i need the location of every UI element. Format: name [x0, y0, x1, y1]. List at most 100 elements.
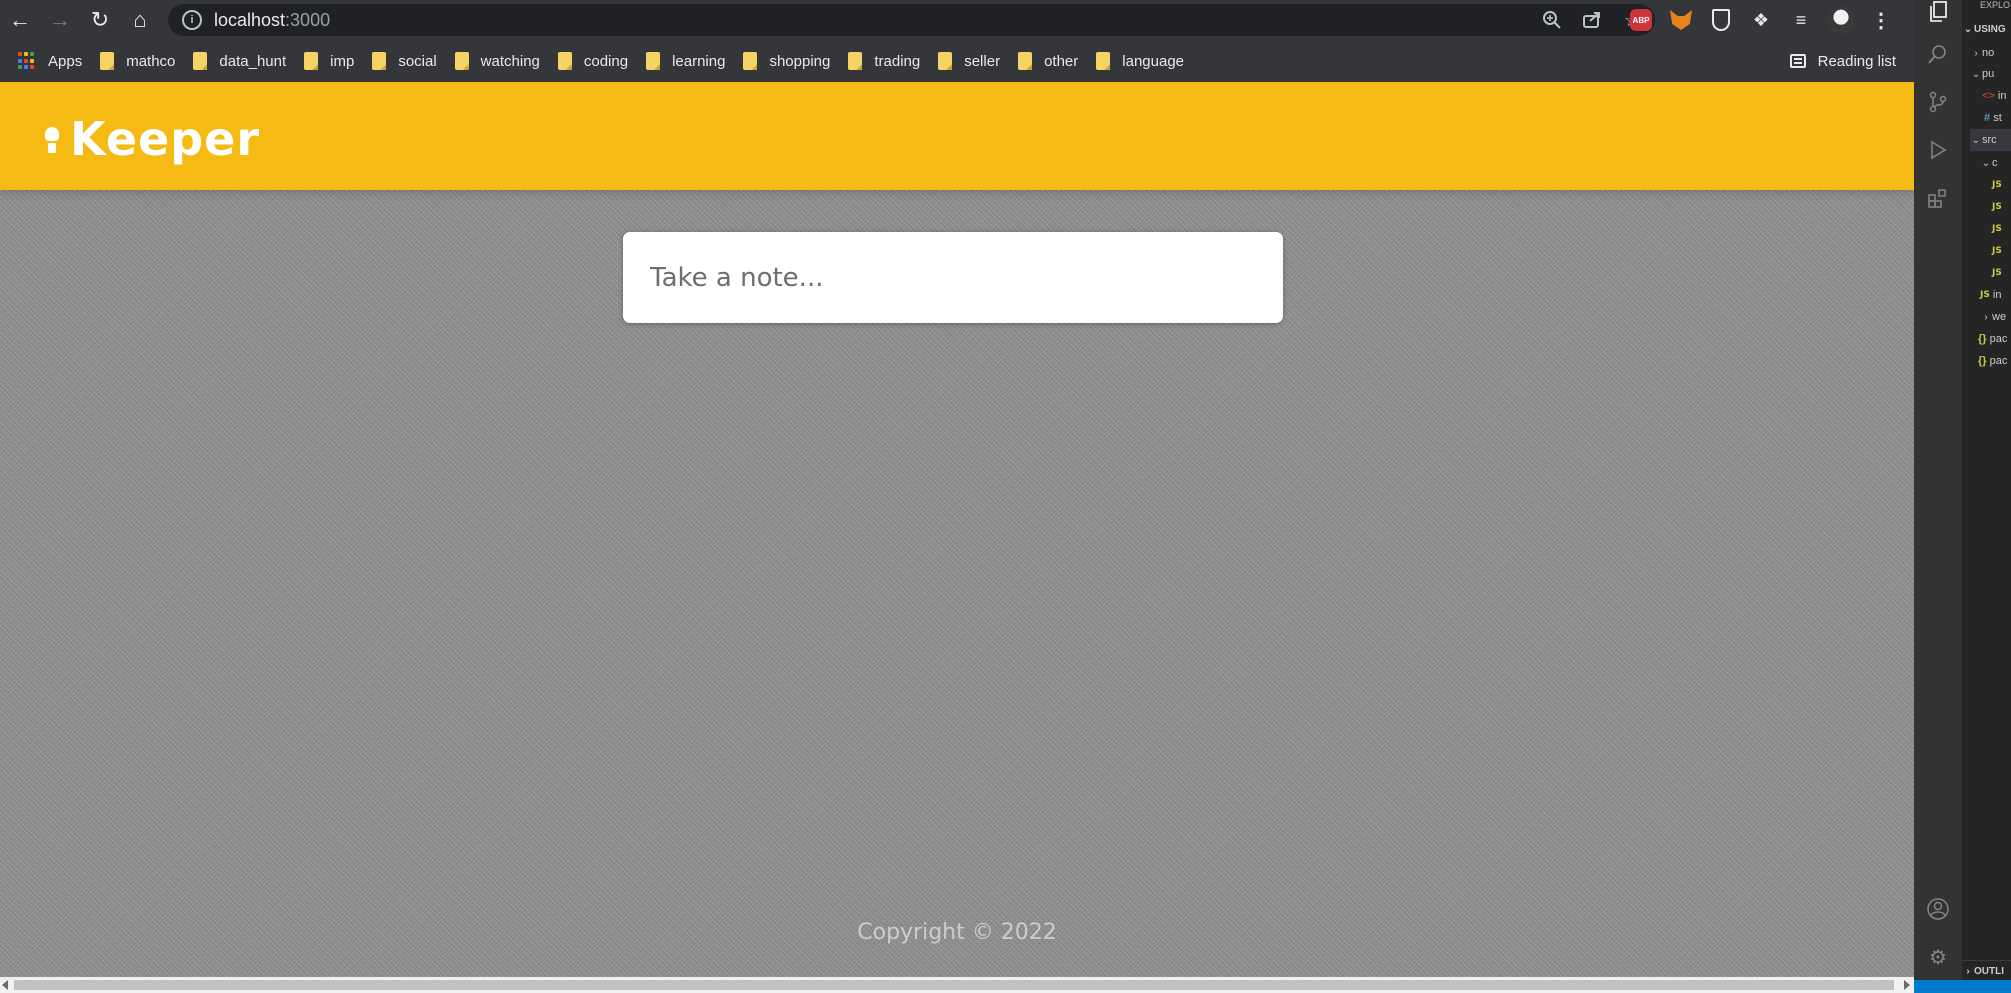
menu-kebab-icon[interactable]: ⋮ [1868, 7, 1894, 33]
folder-icon [100, 52, 115, 70]
scrollbar-thumb[interactable] [14, 980, 1894, 990]
folder-icon [646, 52, 661, 70]
folder-icon [743, 52, 758, 70]
arrow-left-icon: ← [9, 7, 31, 32]
bookmark-folder[interactable]: watching [447, 47, 550, 75]
extensions-puzzle-icon[interactable]: ❖ [1748, 7, 1774, 33]
forward-button[interactable]: → [40, 0, 80, 40]
url-text[interactable]: localhost:3000 [214, 10, 330, 31]
app-title: Keeper [70, 112, 261, 166]
footer-copyright: Copyright © 2022 [857, 920, 1057, 945]
adblock-extension-icon[interactable]: ABP [1628, 7, 1654, 33]
folder-icon [372, 52, 387, 70]
vscode-status-bar [1914, 980, 2011, 993]
site-info-icon[interactable]: i [182, 10, 202, 30]
bookmark-folder[interactable]: learning [638, 47, 735, 75]
vscode-sidebar: ⚙ EXPLO ⌄ USING › no ⌄ pu <> in # st ⌄ src ⌄… [1914, 0, 2011, 993]
reload-button[interactable]: ↻ [80, 0, 120, 40]
tree-file[interactable]: JS [1992, 262, 2002, 284]
folder-icon [304, 52, 319, 70]
source-control-icon[interactable] [1926, 90, 1950, 114]
js-file-icon: JS [1992, 202, 2002, 212]
app-logo: Keeper [38, 112, 260, 166]
page-viewport: Keeper Copyright © 2022 [0, 82, 1914, 977]
css-file-icon: # [1984, 112, 1991, 124]
workspace-section[interactable]: ⌄ USING [1962, 18, 2006, 40]
folder-icon [557, 52, 572, 70]
bookmark-folder[interactable]: social [364, 47, 446, 75]
tree-file[interactable]: {} pac [1978, 328, 2007, 350]
js-file-icon: JS [1992, 268, 2002, 278]
tree-file[interactable]: JS in [1980, 284, 2001, 306]
search-icon[interactable] [1926, 42, 1950, 66]
create-note-form [623, 232, 1283, 323]
account-icon[interactable] [1926, 897, 1950, 921]
activity-bar: ⚙ [1914, 0, 1962, 993]
explorer-header: EXPLO [1980, 0, 2011, 10]
explorer-panel: EXPLO ⌄ USING › no ⌄ pu <> in # st ⌄ src ⌄ c … [1962, 0, 2011, 993]
horizontal-scrollbar[interactable] [0, 977, 1914, 993]
folder-icon [193, 52, 208, 70]
js-file-icon: JS [1980, 290, 1990, 300]
tree-file[interactable]: JS [1992, 218, 2002, 240]
extensions-icon[interactable] [1926, 186, 1950, 210]
back-button[interactable]: ← [0, 0, 40, 40]
js-file-icon: JS [1992, 224, 2002, 234]
js-file-icon: JS [1992, 180, 2002, 190]
note-input[interactable] [650, 262, 1250, 293]
html-file-icon: <> [1982, 90, 1995, 102]
tree-folder[interactable]: › no [1970, 42, 1994, 64]
bookmark-apps[interactable]: Apps [10, 47, 92, 75]
bookmark-folder[interactable]: seller [930, 47, 1010, 75]
folder-icon [454, 52, 469, 70]
folder-icon [1018, 52, 1033, 70]
tree-folder[interactable]: ⌄ pu [1970, 63, 1994, 85]
home-icon: ⌂ [133, 7, 147, 32]
shield-extension-icon[interactable] [1708, 7, 1734, 33]
bookmark-folder[interactable]: imp [296, 47, 364, 75]
tree-file[interactable]: JS [1992, 174, 2002, 196]
scroll-left-arrow-icon[interactable] [2, 980, 8, 990]
folder-icon [938, 52, 953, 70]
json-file-icon: {} [1978, 355, 1987, 367]
bookmark-folder[interactable]: data_hunt [185, 47, 296, 75]
scroll-right-arrow-icon[interactable] [1904, 980, 1910, 990]
lightbulb-icon [38, 121, 66, 157]
tree-file[interactable]: # st [1984, 107, 2002, 129]
bookmark-folder[interactable]: language [1088, 47, 1194, 75]
folder-icon [1096, 52, 1111, 70]
reading-list-icon [1789, 54, 1806, 68]
tree-folder-selected[interactable]: ⌄ src [1970, 129, 2011, 151]
app-header: Keeper [0, 82, 1914, 190]
share-icon[interactable] [1581, 9, 1603, 31]
home-button[interactable]: ⌂ [120, 0, 160, 40]
reload-icon: ↻ [90, 7, 110, 32]
run-debug-icon[interactable] [1926, 138, 1950, 162]
bookmark-folder[interactable]: mathco [92, 47, 185, 75]
tree-folder[interactable]: ⌄ c [1980, 152, 1998, 174]
metamask-extension-icon[interactable] [1668, 7, 1694, 33]
bookmark-folder[interactable]: shopping [735, 47, 840, 75]
tree-file[interactable]: <> in [1982, 85, 2006, 107]
apps-grid-icon [18, 52, 36, 70]
tree-folder[interactable]: › we [1980, 306, 2006, 328]
settings-gear-icon[interactable]: ⚙ [1926, 945, 1950, 969]
outline-section[interactable]: › OUTLI [1962, 960, 2011, 982]
zoom-icon[interactable] [1541, 9, 1563, 31]
address-bar[interactable]: i localhost:3000 ☆ [168, 4, 1655, 36]
bookmark-folder[interactable]: trading [840, 47, 930, 75]
bookmark-folder[interactable]: other [1010, 47, 1088, 75]
json-file-icon: {} [1978, 333, 1987, 345]
bookmarks-bar: Apps mathco data_hunt imp social watchin… [0, 40, 1914, 82]
reading-list-button[interactable]: Reading list [1789, 40, 1896, 82]
explorer-icon[interactable] [1926, 0, 1950, 24]
js-file-icon: JS [1992, 246, 2002, 256]
media-queue-icon[interactable]: ≡ [1788, 7, 1814, 33]
tree-file[interactable]: JS [1992, 240, 2002, 262]
tree-file[interactable]: {} pac [1978, 350, 2007, 372]
browser-window: ← → ↻ ⌂ i localhost:3000 ☆ ABP ❖ ≡ [0, 0, 1914, 993]
arrow-right-icon: → [49, 7, 71, 32]
tree-file[interactable]: JS [1992, 196, 2002, 218]
bookmark-folder[interactable]: coding [550, 47, 638, 75]
profile-avatar[interactable] [1828, 6, 1854, 34]
